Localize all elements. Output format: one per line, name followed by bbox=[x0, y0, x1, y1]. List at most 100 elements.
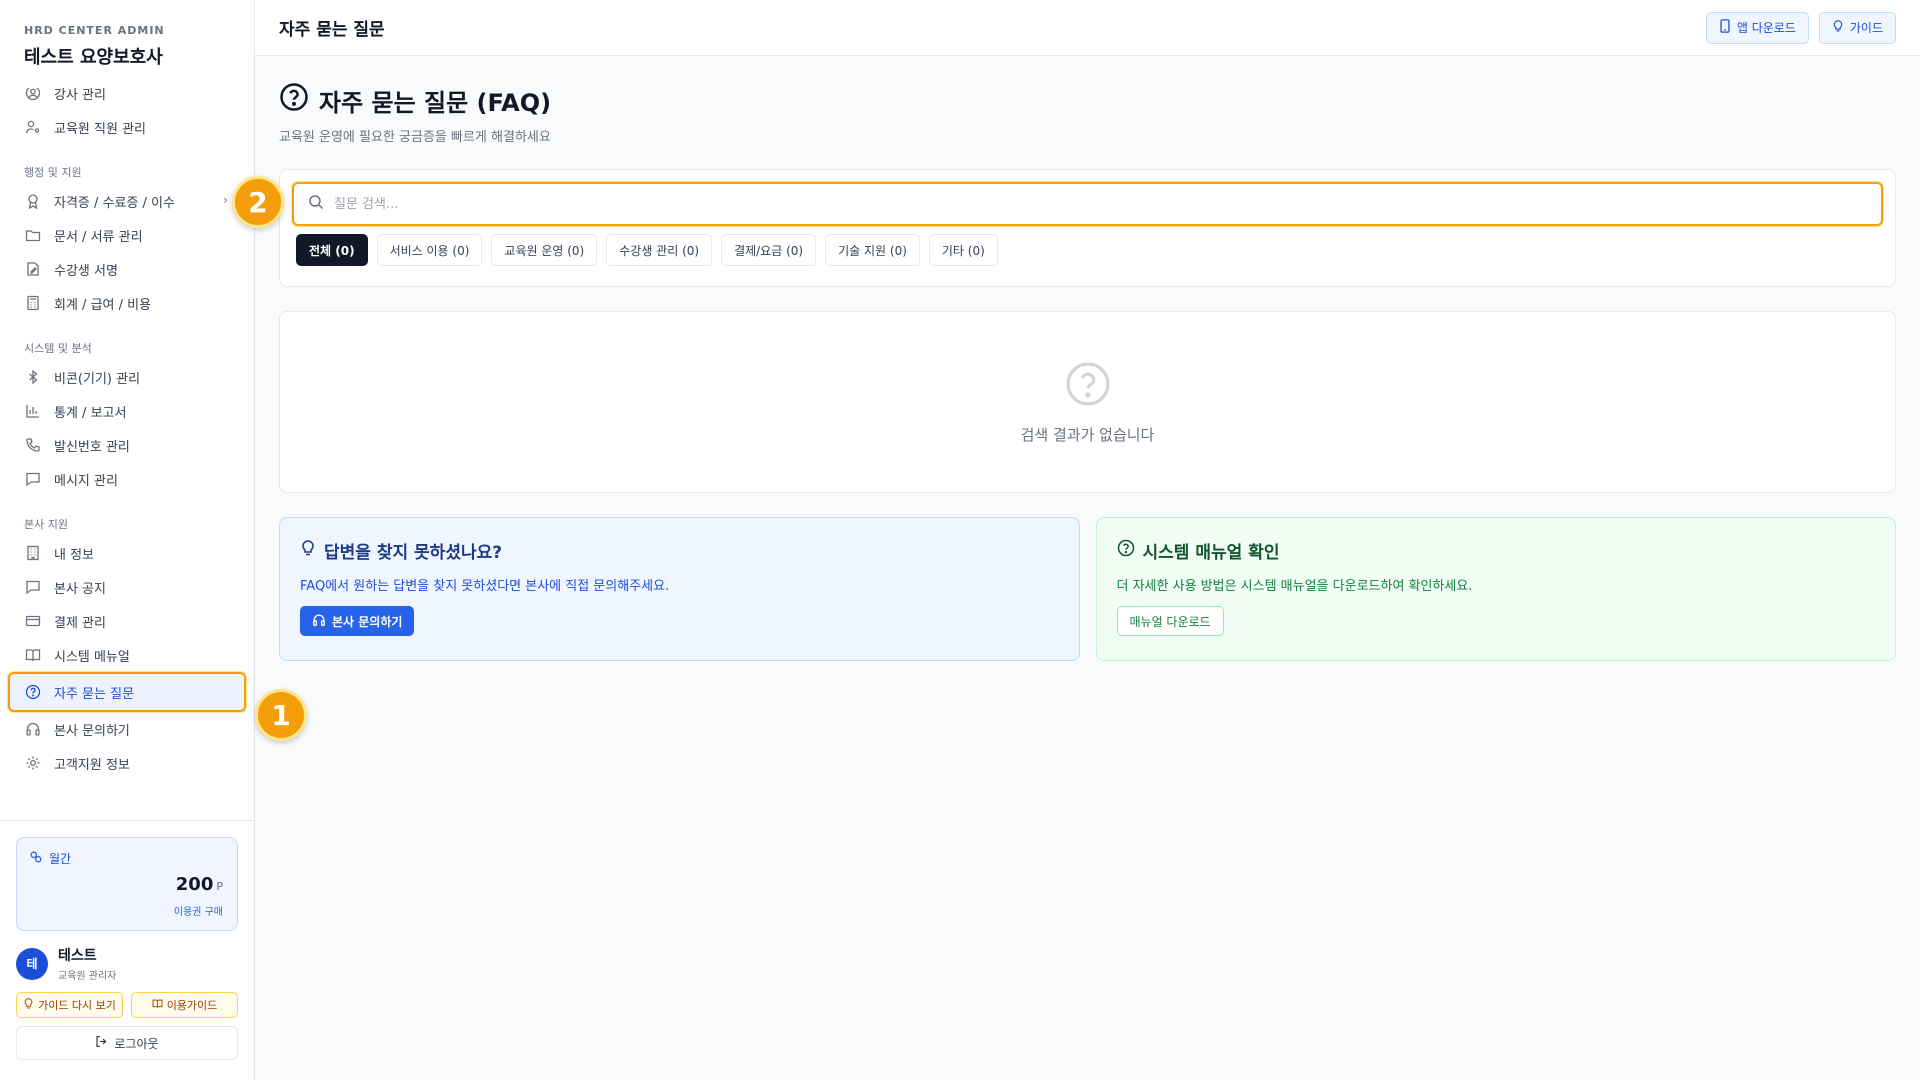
plan-period: 월간 bbox=[49, 852, 72, 866]
sidebar-item-messages[interactable]: 메시지 관리 bbox=[0, 462, 254, 496]
bar-chart-icon bbox=[24, 402, 42, 420]
main-area: 자주 묻는 질문 앱 다운로드 가이드 자주 묻는 질문 (FAQ) 교육원 운… bbox=[255, 0, 1920, 1080]
plan-amount-unit: P bbox=[216, 880, 223, 893]
sidebar-item-label: 메시지 관리 bbox=[54, 473, 118, 489]
signature-icon bbox=[24, 260, 42, 278]
sidebar-item-faq[interactable]: 자주 묻는 질문 bbox=[8, 672, 246, 712]
plan-label: 월간 bbox=[29, 850, 225, 867]
notice-icon bbox=[24, 578, 42, 596]
app-download-button[interactable]: 앱 다운로드 bbox=[1705, 11, 1809, 44]
credit-card-icon bbox=[24, 612, 42, 630]
plan-amount-value: 200 bbox=[175, 874, 214, 895]
category-chip-operation[interactable]: 교육원 운영 (0) bbox=[491, 234, 598, 266]
calculator-icon bbox=[24, 294, 42, 312]
manual-download-button[interactable]: 매뉴얼 다운로드 bbox=[1116, 606, 1224, 636]
category-chip-service[interactable]: 서비스 이용 (0) bbox=[376, 234, 483, 266]
category-chip-all[interactable]: 전체 (0) bbox=[296, 234, 368, 266]
help-row: 답변을 찾지 못하셨나요? FAQ에서 원하는 답변을 찾지 못하셨다면 본사에… bbox=[279, 517, 1896, 661]
lightbulb-icon bbox=[1832, 19, 1844, 36]
sidebar-item-sender-number[interactable]: 발신번호 관리 bbox=[0, 428, 254, 462]
search-card: 전체 (0) 서비스 이용 (0) 교육원 운영 (0) 수강생 관리 (0) … bbox=[279, 169, 1896, 287]
smartphone-icon bbox=[1719, 19, 1731, 36]
sidebar-item-documents[interactable]: 문서 / 서류 관리 bbox=[0, 218, 254, 252]
lightbulb-icon bbox=[300, 539, 316, 562]
app-download-label: 앱 다운로드 bbox=[1736, 21, 1796, 35]
headset-icon bbox=[312, 613, 326, 630]
page-title: 자주 묻는 질문 (FAQ) bbox=[279, 82, 1896, 118]
category-filter: 전체 (0) 서비스 이용 (0) 교육원 운영 (0) 수강생 관리 (0) … bbox=[292, 234, 1883, 266]
usage-guide-label: 이용가이드 bbox=[166, 999, 218, 1012]
contact-hq-title-text: 답변을 찾지 못하셨나요? bbox=[324, 543, 503, 563]
contact-hq-button[interactable]: 본사 문의하기 bbox=[300, 606, 415, 636]
sidebar-item-instructors[interactable]: 강사 관리 bbox=[0, 88, 254, 110]
top-actions: 앱 다운로드 가이드 bbox=[1705, 11, 1896, 44]
brand-subtitle: HRD CENTER ADMIN bbox=[24, 24, 165, 37]
manual-title-text: 시스템 매뉴얼 확인 bbox=[1142, 543, 1280, 563]
annotation-badge-2: 2 bbox=[232, 176, 284, 228]
sidebar-item-staff[interactable]: 교육원 직원 관리 bbox=[0, 110, 254, 144]
topbar-title: 자주 묻는 질문 bbox=[279, 20, 385, 40]
sidebar-item-label: 통계 / 보고서 bbox=[54, 405, 127, 421]
sidebar-item-contact-hq[interactable]: 본사 문의하기 bbox=[0, 712, 254, 746]
sidebar-item-stats[interactable]: 통계 / 보고서 bbox=[0, 394, 254, 428]
bluetooth-icon bbox=[24, 368, 42, 386]
category-chip-other[interactable]: 기타 (0) bbox=[928, 234, 998, 266]
sidebar-item-support-info[interactable]: 고객지원 정보 bbox=[0, 746, 254, 780]
sidebar-item-label: 문서 / 서류 관리 bbox=[54, 229, 143, 245]
user-gear-icon bbox=[24, 118, 42, 136]
award-icon bbox=[24, 192, 42, 210]
user-name: 테스트 bbox=[58, 948, 97, 964]
annotation-badge-1: 1 bbox=[255, 689, 307, 741]
sidebar-item-beacon[interactable]: 비콘(기기) 관리 bbox=[0, 360, 254, 394]
contact-hq-card: 답변을 찾지 못하셨나요? FAQ에서 원하는 답변을 찾지 못하셨다면 본사에… bbox=[279, 517, 1080, 661]
buy-pass-link[interactable]: 이용권 구매 bbox=[174, 903, 223, 918]
user-role: 교육원 관리자 bbox=[58, 971, 117, 982]
guide-button[interactable]: 가이드 bbox=[1818, 11, 1896, 44]
plan-amount: 200 P bbox=[176, 874, 223, 895]
contact-hq-button-label: 본사 문의하기 bbox=[332, 614, 403, 629]
sidebar-item-label: 자주 묻는 질문 bbox=[54, 686, 135, 702]
message-icon bbox=[24, 470, 42, 488]
sidebar-item-my-info[interactable]: 내 정보 bbox=[0, 536, 254, 570]
brand-title: 테스트 요양보호사 bbox=[24, 47, 163, 68]
sidebar-item-notice[interactable]: 본사 공지 bbox=[0, 570, 254, 604]
sidebar-item-payment[interactable]: 결제 관리 bbox=[0, 604, 254, 638]
sidebar-item-label: 내 정보 bbox=[54, 547, 95, 563]
sidebar-item-manual[interactable]: 시스템 메뉴얼 bbox=[0, 638, 254, 672]
search-input[interactable] bbox=[334, 196, 1867, 212]
sidebar-item-signature[interactable]: 수강생 서명 bbox=[0, 252, 254, 286]
sidebar-item-accounting[interactable]: 회계 / 급여 / 비용 bbox=[0, 286, 254, 320]
question-circle-icon bbox=[24, 683, 42, 701]
sidebar-item-label: 수강생 서명 bbox=[54, 263, 118, 279]
sidebar-footer: 월간 200P 이용권 구매 테 테스트 교육원 관리자 가이드 다시 보기 bbox=[0, 820, 254, 1080]
sidebar-item-label: 고객지원 정보 bbox=[54, 757, 130, 773]
question-circle-icon bbox=[1064, 360, 1112, 412]
nav-section-hq: 본사 지원 bbox=[24, 518, 68, 531]
guide-again-label: 가이드 다시 보기 bbox=[38, 999, 116, 1012]
usage-guide-button[interactable]: 이용가이드 bbox=[131, 992, 238, 1018]
sidebar-nav: 강사 관리 교육원 직원 관리 행정 및 지원 자격증 / 수료증 / 이수 ›… bbox=[0, 88, 254, 820]
user-profile: 테 테스트 교육원 관리자 bbox=[16, 945, 238, 982]
page-title-text: 자주 묻는 질문 (FAQ) bbox=[319, 88, 552, 117]
sidebar: HRD CENTER ADMIN 테스트 요양보호사 강사 관리 교육원 직원 … bbox=[0, 0, 255, 1080]
book-icon bbox=[152, 998, 163, 1012]
page-subtitle: 교육원 운영에 필요한 궁금증을 빠르게 해결하세요 bbox=[279, 130, 551, 145]
gear-icon bbox=[24, 754, 42, 772]
plan-card[interactable]: 월간 200 P 이용권 구매 bbox=[16, 837, 238, 931]
guide-label: 가이드 bbox=[1849, 21, 1883, 35]
category-chip-payment[interactable]: 결제/요금 (0) bbox=[721, 234, 817, 266]
category-chip-tech[interactable]: 기술 지원 (0) bbox=[825, 234, 920, 266]
phone-icon bbox=[24, 436, 42, 454]
search-box[interactable] bbox=[292, 182, 1883, 226]
chevron-right-icon: › bbox=[223, 193, 228, 207]
sidebar-item-label: 본사 문의하기 bbox=[54, 723, 130, 739]
category-chip-students[interactable]: 수강생 관리 (0) bbox=[606, 234, 713, 266]
sidebar-item-label: 교육원 직원 관리 bbox=[54, 121, 146, 137]
sidebar-item-label: 회계 / 급여 / 비용 bbox=[54, 297, 152, 313]
logout-button[interactable]: 로그아웃 bbox=[16, 1026, 238, 1060]
guide-again-button[interactable]: 가이드 다시 보기 bbox=[16, 992, 123, 1018]
sidebar-item-certificates[interactable]: 자격증 / 수료증 / 이수 › bbox=[0, 184, 254, 218]
guide-buttons: 가이드 다시 보기 이용가이드 bbox=[16, 992, 238, 1018]
question-circle-icon bbox=[1117, 539, 1135, 562]
manual-card: 시스템 매뉴얼 확인 더 자세한 사용 방법은 시스템 매뉴얼을 다운로드하여 … bbox=[1095, 517, 1896, 661]
